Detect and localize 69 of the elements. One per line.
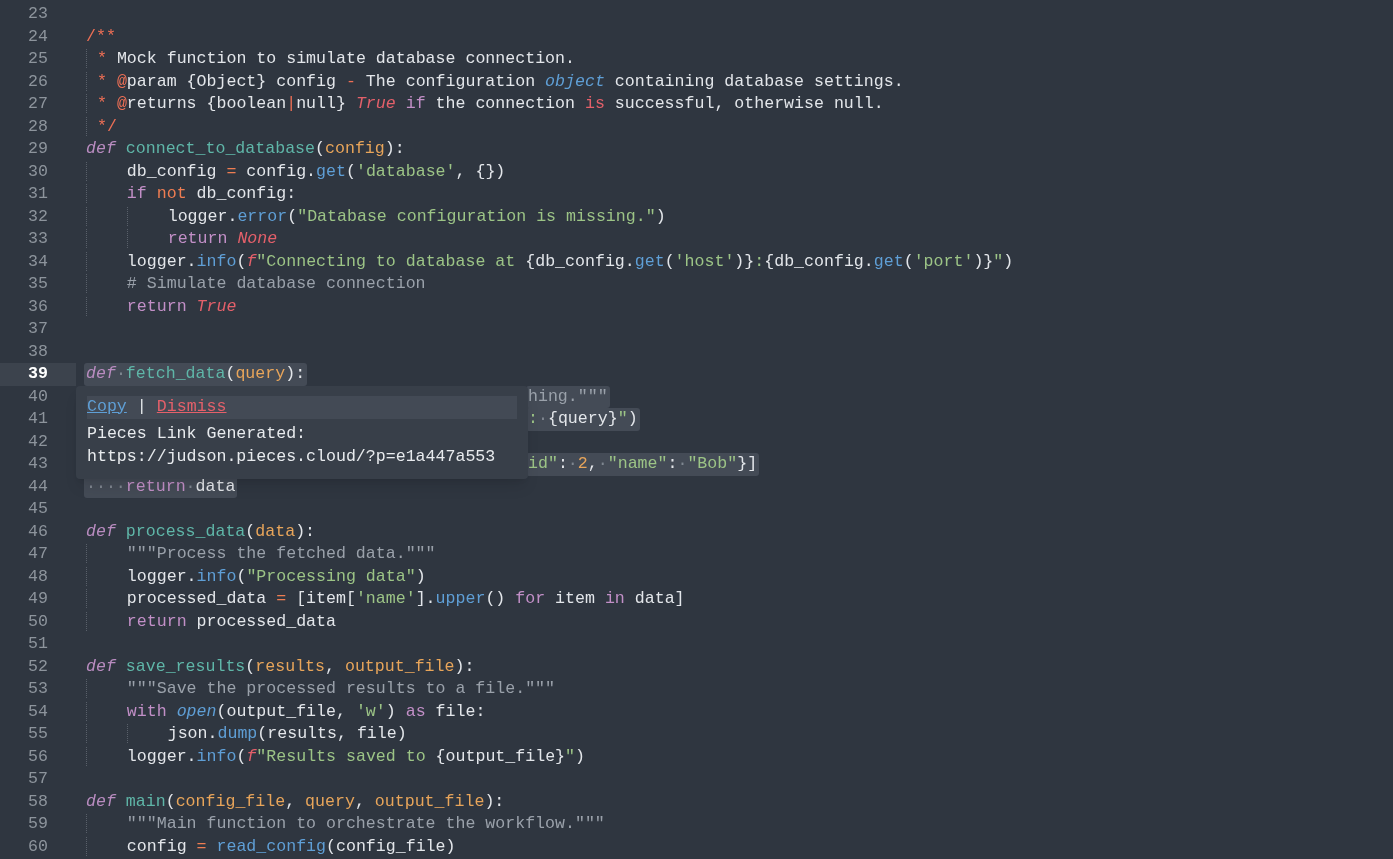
code-line: if not db_config: xyxy=(84,183,299,206)
code-line: json.dump(results, file) xyxy=(84,723,409,746)
line-number: 24 xyxy=(27,25,49,48)
dismiss-link[interactable]: Dismiss xyxy=(156,394,227,420)
line-number: 28 xyxy=(27,115,49,138)
line-number: 42 xyxy=(27,430,49,453)
code-line: def connect_to_database(config): xyxy=(85,138,406,160)
line-number: 32 xyxy=(27,205,49,228)
code-line: /** xyxy=(85,25,117,48)
line-number: 37 xyxy=(27,318,49,340)
line-number: 57 xyxy=(27,768,49,790)
line-number: 56 xyxy=(27,745,49,768)
line-number: 39 xyxy=(0,363,76,386)
line-number: 46 xyxy=(27,520,49,543)
line-number: 45 xyxy=(27,498,49,520)
line-number: 33 xyxy=(27,228,49,250)
separator: | xyxy=(136,395,147,418)
line-number: 53 xyxy=(27,678,49,700)
line-number: 31 xyxy=(27,183,49,205)
code-line: return processed_data xyxy=(84,610,338,633)
line-number: 40 xyxy=(27,385,49,408)
line-number: 30 xyxy=(27,160,49,183)
line-number: 50 xyxy=(27,610,49,633)
code-line: logger.info(f"Connecting to database at {db_config.get('host')}:{db_config.get('port')}") xyxy=(84,250,1016,273)
line-number: 55 xyxy=(27,723,49,745)
link-url: https://judson.pieces.cloud/?p=e1a447a553 xyxy=(87,445,497,468)
line-number: 29 xyxy=(27,138,49,160)
popup-message: Pieces Link Generated: xyxy=(87,422,308,445)
line-number: 47 xyxy=(27,543,49,565)
line-number: 59 xyxy=(27,813,49,835)
line-number: 52 xyxy=(27,655,49,678)
code-line: logger.info("Processing data") xyxy=(84,565,428,588)
line-number: 43 xyxy=(27,453,49,475)
line-number: 26 xyxy=(27,70,49,93)
code-line: with open(output_file, 'w') as file: xyxy=(84,700,488,723)
line-number: 27 xyxy=(27,93,49,115)
code-line: """Save the processed results to a file.""" xyxy=(84,678,558,701)
code-line: def process_data(data): xyxy=(85,520,317,543)
line-number: 48 xyxy=(27,565,49,588)
code-line: """Process the fetched data.""" xyxy=(84,543,438,566)
line-number: 35 xyxy=(27,273,49,295)
code-line: logger.error("Database configuration is missing.") xyxy=(84,205,668,228)
line-number: 54 xyxy=(27,700,49,723)
line-number: 44 xyxy=(27,475,49,498)
code-line: db_config = config.get('database', {}) xyxy=(84,160,508,183)
line-number: 41 xyxy=(27,408,49,430)
code-line: processed_data = [item['name'].upper() for item in data] xyxy=(84,588,687,611)
code-line: return None xyxy=(84,228,280,251)
code-line: def save_results(results, output_file): xyxy=(85,655,476,678)
code-line: def main(config_file, query, output_file): xyxy=(85,790,506,813)
code-line: """Main function to orchestrate the workflow.""" xyxy=(84,813,607,836)
code-line: return True xyxy=(84,295,239,318)
line-number: 25 xyxy=(27,48,49,70)
line-number: 49 xyxy=(27,588,49,610)
line-number: 34 xyxy=(27,250,49,273)
code-line: * @param {Object} config - The configuration object containing database settings. xyxy=(84,70,906,93)
code-line: * @returns {boolean|null} True if the connection is successful, otherwise null. xyxy=(84,93,886,116)
copy-link[interactable]: Copy xyxy=(87,394,127,420)
line-number: 51 xyxy=(27,633,49,655)
code-line: */ xyxy=(84,115,119,138)
line-number: 36 xyxy=(27,295,49,318)
line-number: 23 xyxy=(27,3,49,25)
code-line: logger.info(f"Results saved to {output_file}") xyxy=(84,745,587,768)
line-number: 60 xyxy=(27,835,49,858)
code-line: config = read_config(config_file) xyxy=(84,835,458,858)
line-number: 58 xyxy=(27,790,49,813)
code-line: # Simulate database connection xyxy=(84,273,428,296)
code-line: * Mock function to simulate database connection. xyxy=(84,48,577,71)
line-number: 38 xyxy=(27,340,49,363)
